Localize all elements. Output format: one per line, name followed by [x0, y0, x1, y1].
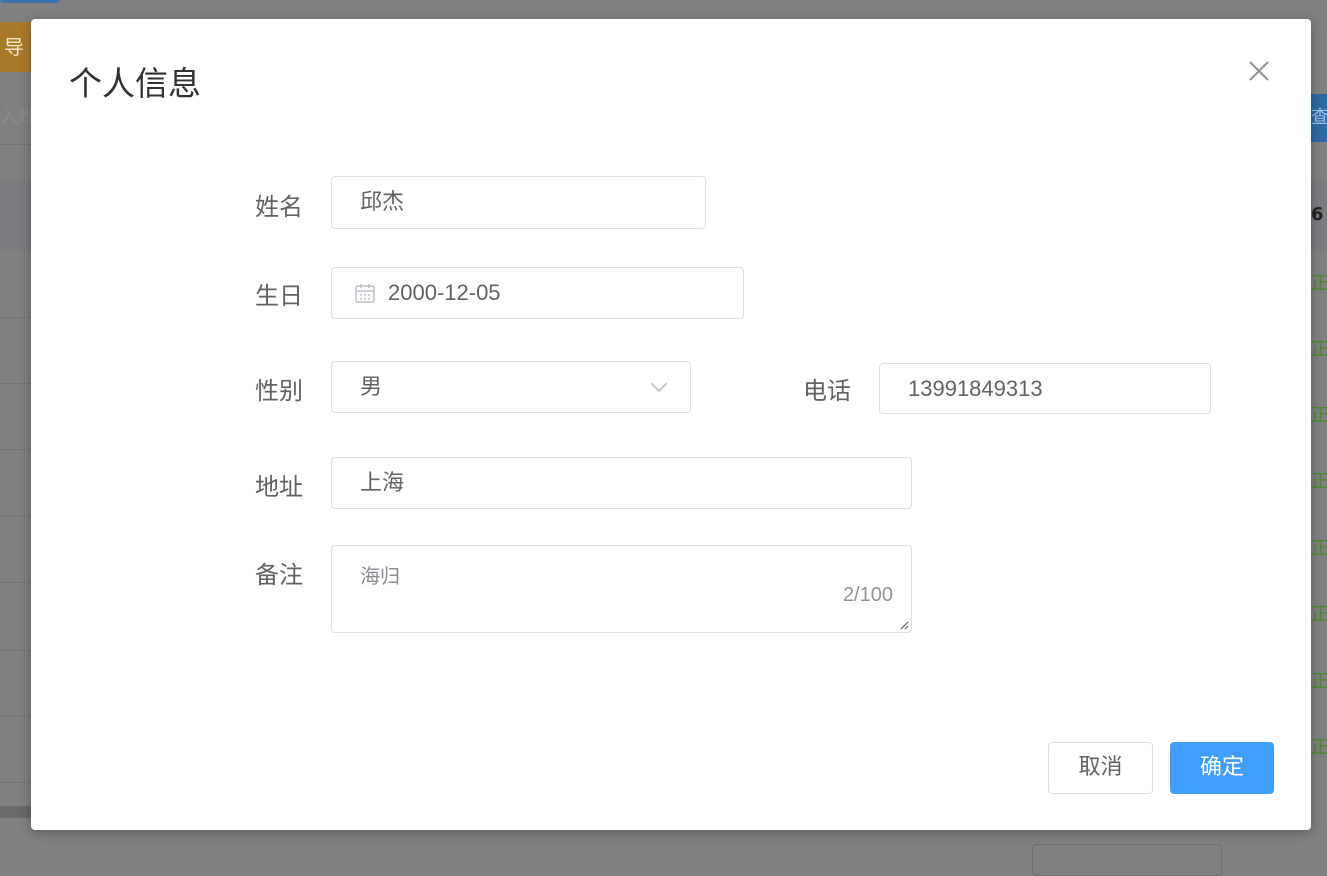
remark-textarea[interactable]: 海归 2/100 [331, 545, 912, 633]
birthday-date-picker[interactable]: 2000-12-05 [331, 267, 744, 319]
resize-handle-icon[interactable] [899, 620, 909, 630]
gender-label: 性别 [255, 377, 303, 405]
gender-value: 男 [360, 374, 383, 399]
phone-value: 13991849313 [908, 376, 1043, 401]
dialog-title: 个人信息 [69, 64, 201, 103]
bg-status-tag: 正 [1311, 604, 1327, 625]
chevron-down-icon [650, 382, 668, 393]
bg-query-button: 查 [1311, 94, 1327, 142]
bg-status-tag: 正 [1311, 471, 1327, 492]
phone-label: 电话 [803, 377, 851, 405]
name-label: 姓名 [255, 193, 303, 221]
bg-status-tag: 正 [1311, 538, 1327, 559]
remark-label: 备注 [255, 561, 303, 589]
confirm-button[interactable]: 确定 [1170, 742, 1274, 794]
personal-info-dialog: 个人信息 姓名 邱杰 生日 2000-12-05 性别 男 电话 1399184 [31, 19, 1311, 830]
bg-status-tag: 正 [1311, 273, 1327, 294]
bg-status-tag: 正 [1311, 339, 1327, 360]
calendar-icon [355, 284, 375, 303]
gender-select[interactable]: 男 [331, 361, 691, 413]
name-value: 邱杰 [360, 189, 405, 214]
bg-status-tag: 正 [1311, 737, 1327, 758]
address-input[interactable]: 上海 [331, 457, 912, 509]
birthday-label: 生日 [255, 282, 303, 310]
bg-status-tag: 正 [1311, 405, 1327, 426]
bg-table-header-right: 6 [1311, 180, 1327, 250]
close-icon [1249, 61, 1269, 81]
cancel-button[interactable]: 取消 [1048, 742, 1153, 794]
remark-char-counter: 2/100 [842, 584, 893, 606]
close-button[interactable] [1245, 57, 1273, 85]
phone-input[interactable]: 13991849313 [879, 363, 1211, 414]
bg-pagination-input [1032, 844, 1222, 876]
bg-status-tag: 正 [1311, 671, 1327, 692]
bg-top-button [0, 0, 60, 3]
address-label: 地址 [255, 473, 303, 501]
address-value: 上海 [360, 470, 405, 495]
remark-value: 海归 [360, 564, 400, 588]
birthday-value: 2000-12-05 [388, 280, 501, 305]
name-input[interactable]: 邱杰 [331, 176, 706, 229]
